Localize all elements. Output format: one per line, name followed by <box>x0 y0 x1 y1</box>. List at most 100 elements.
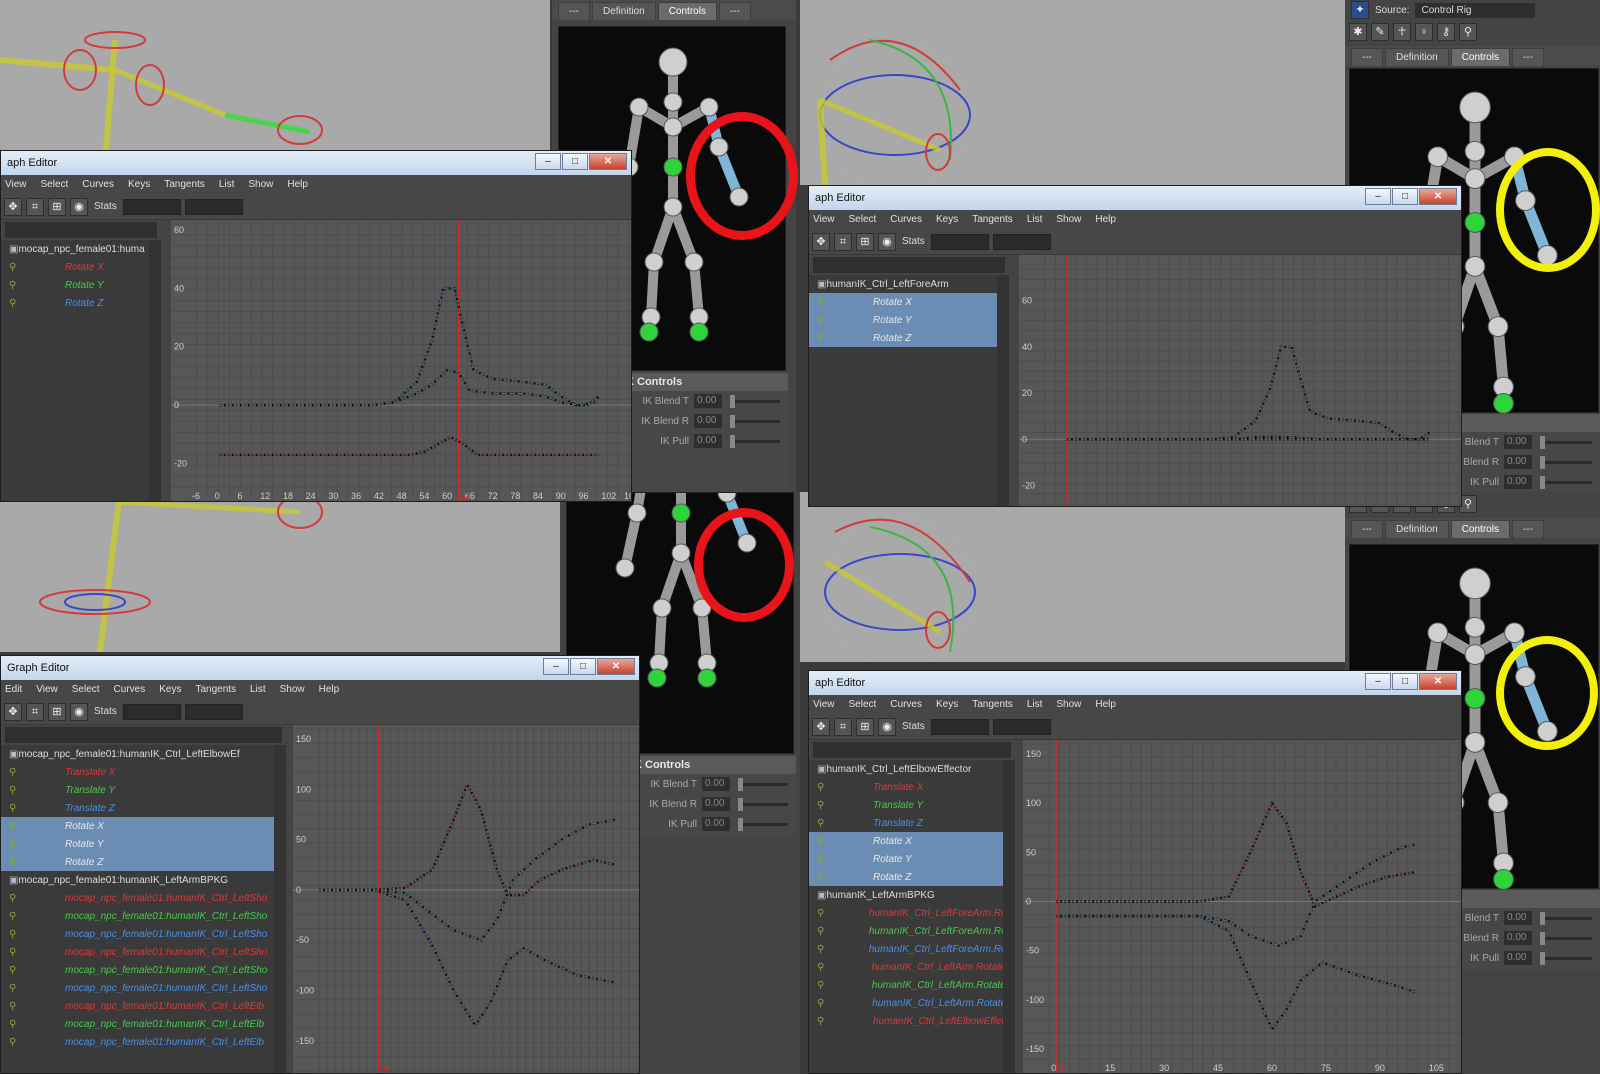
outliner-curve[interactable]: ⚲ mocap_npc_female01:humanIK_Ctrl_LeftSho <box>1 889 286 907</box>
graph-outliner[interactable]: ▣ mocap_npc_female01:huma ⚲ Rotate X ⚲ Rotat… <box>1 240 161 501</box>
skeleton-joint[interactable] <box>671 503 691 523</box>
ik-row-slider[interactable] <box>1540 911 1592 925</box>
skeleton-joint[interactable] <box>1464 616 1486 638</box>
window-titlebar[interactable]: aph Editor – □ ✕ <box>809 186 1461 210</box>
outliner-curve[interactable]: ⚲ Rotate Y <box>1 276 161 294</box>
outliner-curve[interactable]: ⚲ humanIK_Ctrl_LeftForeArm.Rota <box>809 922 1015 940</box>
skeleton-joint[interactable] <box>1459 91 1491 124</box>
menu-item[interactable]: List <box>219 179 235 190</box>
menu-item[interactable]: List <box>1027 214 1043 225</box>
graph-curves[interactable]: -150 -100 -50 0 50 100 150 0 15 30 45 60 75 90 105 0 <box>1023 740 1462 1074</box>
graph-outliner[interactable]: ▣ humanIK_Ctrl_LeftElbowEffector ⚲ Transla… <box>809 760 1015 1073</box>
outliner-node[interactable]: ▣ mocap_npc_female01:humanIK_LeftArmBPKG <box>1 871 286 889</box>
outliner-curve[interactable]: ⚲ Rotate Z <box>809 329 1009 347</box>
menu-item[interactable]: Tangents <box>972 699 1013 710</box>
ik-row-slider[interactable] <box>1540 951 1592 965</box>
lattice-icon[interactable]: ⊞ <box>48 197 66 216</box>
ik-row-slider[interactable] <box>1540 435 1592 449</box>
skeleton-joint[interactable] <box>639 322 659 342</box>
skeleton-joint[interactable] <box>658 47 688 77</box>
lattice-icon[interactable]: ⊞ <box>48 702 66 721</box>
outliner-filter-field[interactable] <box>813 257 1005 273</box>
ik-row-slider[interactable] <box>1540 475 1592 489</box>
minimize-button[interactable]: – <box>1365 673 1391 690</box>
maximize-button[interactable]: □ <box>562 153 588 170</box>
tab-more-right[interactable]: --- <box>718 2 751 20</box>
skeleton-joint[interactable] <box>663 117 683 137</box>
insert-key-icon[interactable]: ⌗ <box>834 232 852 251</box>
menu-item[interactable]: Help <box>1095 699 1116 710</box>
menu-item[interactable]: View <box>813 699 835 710</box>
move-key-icon[interactable]: ✥ <box>812 232 830 251</box>
skeleton-joint[interactable] <box>1464 168 1486 190</box>
outliner-curve[interactable]: ⚲ humanIK_Ctrl_LeftArm.Rotate Y <box>809 976 1015 994</box>
outliner-scrollbar[interactable] <box>997 275 1009 506</box>
stats-field[interactable] <box>184 198 243 215</box>
menu-item[interactable]: Tangents <box>164 179 205 190</box>
ik-row-slider[interactable] <box>730 434 780 448</box>
skeleton-joint[interactable] <box>684 252 704 272</box>
menu-item[interactable]: Tangents <box>195 684 236 695</box>
outliner-curve[interactable]: ⚲ Rotate Y <box>809 311 1009 329</box>
region-icon[interactable]: ◉ <box>878 232 896 251</box>
menu-item[interactable]: Curves <box>890 214 922 225</box>
menu-item[interactable]: Select <box>849 699 877 710</box>
skeleton-joint[interactable] <box>1487 792 1509 814</box>
outliner-node[interactable]: ▣ humanIK_Ctrl_LeftForeArm <box>809 275 1009 293</box>
menu-item[interactable]: Keys <box>936 214 958 225</box>
move-key-icon[interactable]: ✥ <box>4 702 22 721</box>
outliner-curve[interactable]: ⚲ Translate Z <box>809 814 1015 832</box>
maximize-button[interactable]: □ <box>1392 188 1418 205</box>
outliner-curve[interactable]: ⚲ Rotate Y <box>1 835 286 853</box>
ik-row-value[interactable]: 0.00 <box>1504 911 1532 925</box>
viewport-bottom-left[interactable] <box>0 492 560 652</box>
graph-view[interactable]: -20 0 20 40 60 <box>1019 255 1461 506</box>
graph-curves[interactable]: -200204060-6 0 6 12 18 24 30 36 42 48 54 60 66 72 78 84… <box>171 220 632 502</box>
tab-more-right[interactable]: --- <box>1511 520 1544 538</box>
insert-key-icon[interactable]: ⌗ <box>26 197 44 216</box>
graph-outliner[interactable]: ▣ humanIK_Ctrl_LeftForeArm ⚲ Rotate X ⚲ Rota… <box>809 275 1009 506</box>
move-key-icon[interactable]: ✥ <box>812 717 830 736</box>
outliner-curve[interactable]: ⚲ Rotate X <box>809 293 1009 311</box>
skeleton-joint[interactable] <box>644 252 664 272</box>
skeleton-joint[interactable] <box>1464 644 1486 666</box>
menu-item[interactable]: Curves <box>890 699 922 710</box>
curve-series[interactable] <box>219 287 600 407</box>
skeleton-joint[interactable] <box>1464 256 1486 277</box>
ik-row-slider[interactable] <box>1540 455 1592 469</box>
minimize-button[interactable]: – <box>535 153 561 170</box>
skeleton-joint[interactable] <box>1504 622 1525 644</box>
skeleton-joint[interactable] <box>1427 622 1449 644</box>
outliner-curve[interactable]: ⚲ mocap_npc_female01:humanIK_Ctrl_LeftSho <box>1 925 286 943</box>
menu-item[interactable]: Help <box>1095 214 1116 225</box>
ik-row-value[interactable]: 0.00 <box>1504 435 1532 449</box>
move-key-icon[interactable]: ✥ <box>4 197 22 216</box>
graph-curves[interactable]: -150 -100 -50 0 50 100 150 59 <box>293 725 640 1074</box>
outliner-curve[interactable]: ⚲ mocap_npc_female01:humanIK_Ctrl_LeftSho <box>1 979 286 997</box>
skeleton-joint[interactable] <box>1464 140 1486 162</box>
skeleton-joint[interactable] <box>663 92 683 112</box>
insert-key-icon[interactable]: ⌗ <box>26 702 44 721</box>
ik-row-value[interactable]: 0.00 <box>1504 455 1532 469</box>
stats-field[interactable] <box>930 233 989 250</box>
graph-view[interactable]: -150 -100 -50 0 50 100 150 0 15 30 45 60 75 90 105 0 <box>1023 740 1462 1074</box>
ik-row-value[interactable]: 0.00 <box>702 797 730 811</box>
outliner-curve[interactable]: ⚲ Rotate Z <box>1 853 286 871</box>
full-body-icon[interactable]: ♀ <box>1415 23 1433 41</box>
outliner-node[interactable]: ▣ mocap_npc_female01:humanIK_Ctrl_LeftEl… <box>1 745 286 763</box>
outliner-curve[interactable]: ⚲ humanIK_Ctrl_LeftForeArm.Rota <box>809 940 1015 958</box>
lattice-icon[interactable]: ⊞ <box>856 232 874 251</box>
tab-definition[interactable]: Definition <box>592 2 656 20</box>
ik-row-slider[interactable] <box>738 817 788 831</box>
outliner-curve[interactable]: ⚲ mocap_npc_female01:humanIK_Ctrl_LeftElb <box>1 997 286 1015</box>
skeleton-joint[interactable] <box>699 97 719 117</box>
menu-item[interactable]: Show <box>1056 699 1081 710</box>
outliner-curve[interactable]: ⚲ Translate X <box>1 763 286 781</box>
graph-view[interactable]: -150 -100 -50 0 50 100 150 59 <box>293 725 640 1074</box>
viewport-top-left[interactable] <box>0 0 550 160</box>
skeleton-joint[interactable] <box>1487 316 1509 338</box>
ik-row-value[interactable]: 0.00 <box>694 434 722 448</box>
ik-row-slider[interactable] <box>730 414 780 428</box>
skeleton-joint[interactable] <box>627 503 647 523</box>
skeleton-joint[interactable] <box>663 157 683 177</box>
